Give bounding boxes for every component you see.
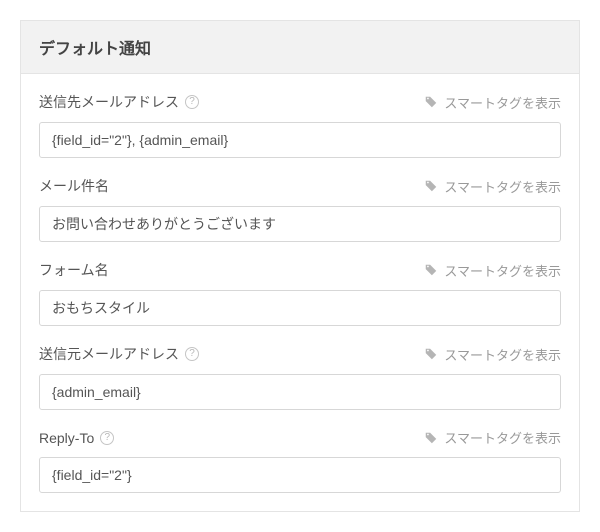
field-from-address: 送信元メールアドレス ? スマートタグを表示: [39, 326, 561, 410]
send-to-label: 送信先メールアドレス: [39, 92, 179, 112]
smart-tag-toggle[interactable]: スマートタグを表示: [424, 261, 561, 280]
label-row: フォーム名 スマートタグを表示: [39, 260, 561, 280]
tag-icon: [424, 95, 438, 109]
tag-icon: [424, 347, 438, 361]
field-subject: メール件名 スマートタグを表示: [39, 158, 561, 242]
label-row: 送信元メールアドレス ? スマートタグを表示: [39, 344, 561, 364]
subject-label-wrap: メール件名: [39, 176, 109, 196]
label-row: 送信先メールアドレス ? スマートタグを表示: [39, 92, 561, 112]
panel-body: 送信先メールアドレス ? スマートタグを表示 メール件名: [21, 74, 579, 511]
send-to-label-wrap: 送信先メールアドレス ?: [39, 92, 199, 112]
smart-tag-toggle[interactable]: スマートタグを表示: [424, 428, 561, 447]
help-icon[interactable]: ?: [185, 347, 199, 361]
from-address-label-wrap: 送信元メールアドレス ?: [39, 344, 199, 364]
smart-tag-label: スマートタグを表示: [444, 261, 561, 280]
send-to-input[interactable]: [39, 122, 561, 158]
panel-title: デフォルト通知: [21, 21, 579, 74]
tag-icon: [424, 179, 438, 193]
smart-tag-toggle[interactable]: スマートタグを表示: [424, 345, 561, 364]
help-icon[interactable]: ?: [100, 431, 114, 445]
smart-tag-toggle[interactable]: スマートタグを表示: [424, 177, 561, 196]
label-row: メール件名 スマートタグを表示: [39, 176, 561, 196]
reply-to-label-wrap: Reply-To ?: [39, 430, 114, 446]
tag-icon: [424, 431, 438, 445]
smart-tag-label: スマートタグを表示: [444, 428, 561, 447]
from-address-label: 送信元メールアドレス: [39, 344, 179, 364]
from-address-input[interactable]: [39, 374, 561, 410]
field-reply-to: Reply-To ? スマートタグを表示: [39, 410, 561, 493]
reply-to-input[interactable]: [39, 457, 561, 493]
form-name-label: フォーム名: [39, 260, 109, 280]
tag-icon: [424, 263, 438, 277]
form-name-input[interactable]: [39, 290, 561, 326]
field-send-to: 送信先メールアドレス ? スマートタグを表示: [39, 74, 561, 158]
smart-tag-label: スマートタグを表示: [444, 345, 561, 364]
subject-label: メール件名: [39, 176, 109, 196]
field-form-name: フォーム名 スマートタグを表示: [39, 242, 561, 326]
help-icon[interactable]: ?: [185, 95, 199, 109]
reply-to-label: Reply-To: [39, 430, 94, 446]
smart-tag-label: スマートタグを表示: [444, 177, 561, 196]
smart-tag-label: スマートタグを表示: [444, 93, 561, 112]
form-name-label-wrap: フォーム名: [39, 260, 109, 280]
label-row: Reply-To ? スマートタグを表示: [39, 428, 561, 447]
subject-input[interactable]: [39, 206, 561, 242]
notification-settings-panel: デフォルト通知 送信先メールアドレス ? スマートタグを表示: [20, 20, 580, 512]
smart-tag-toggle[interactable]: スマートタグを表示: [424, 93, 561, 112]
